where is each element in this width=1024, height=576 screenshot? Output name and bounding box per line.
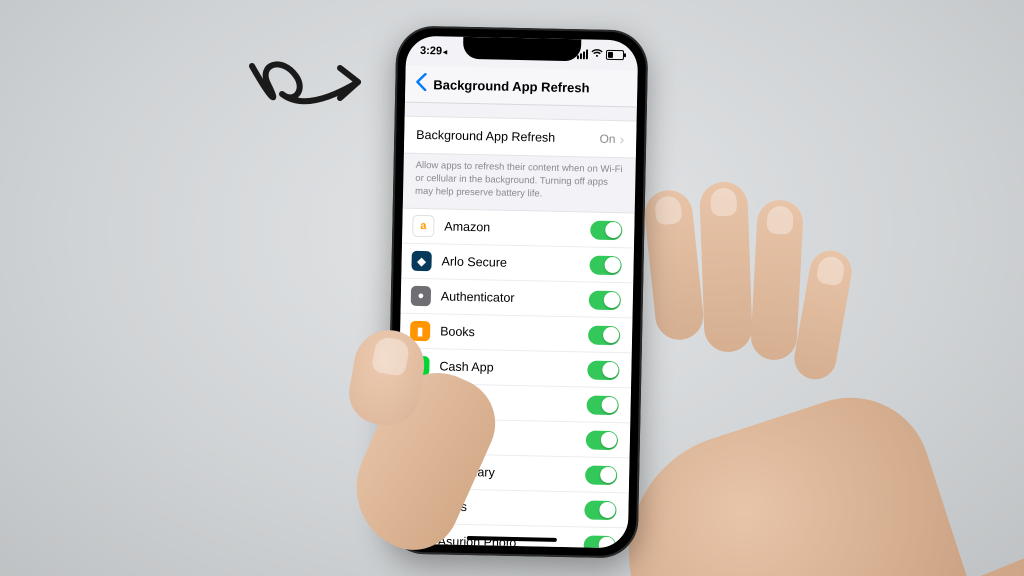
app-icon-books: ▮ [410, 321, 430, 341]
app-icon-arlo: ◆ [411, 251, 431, 271]
app-icon-auth: ● [411, 286, 431, 306]
app-toggle-coinbase[interactable] [586, 430, 618, 450]
app-toggle-arlo[interactable] [589, 255, 621, 275]
app-toggle-books[interactable] [588, 325, 620, 345]
app-row-docs: Docs [396, 489, 629, 529]
wifi-icon [591, 48, 603, 60]
status-time: 3:29◂ [420, 45, 447, 58]
back-button[interactable] [405, 73, 433, 96]
master-refresh-label: Background App Refresh [416, 128, 600, 146]
app-toggle-cash[interactable] [587, 360, 619, 380]
app-icon-amazon: a [412, 215, 434, 237]
callout-arrow-icon [240, 38, 380, 148]
app-icon-dict: D [407, 460, 429, 482]
app-row-arlo: ◆ Arlo Secure [401, 244, 634, 284]
nav-title: Background App Refresh [433, 77, 590, 95]
app-name-label: Authenticator [441, 290, 589, 307]
app-icon-asurion [406, 530, 428, 548]
app-row-dict: D Dictionary [397, 454, 630, 494]
chevron-right-icon: › [619, 131, 624, 147]
settings-content[interactable]: Background App Refresh On › Allow apps t… [396, 102, 637, 549]
battery-icon [606, 50, 624, 60]
app-row-amazon: a Amazon [402, 209, 635, 249]
app-icon-coinbase [408, 425, 430, 447]
app-row-auth: ● Authenticator [401, 279, 634, 319]
app-name-label: Coinbase [440, 430, 586, 447]
app-toggle-asurion[interactable] [584, 535, 616, 548]
app-icon-docs [406, 495, 428, 517]
app-icon-chase [408, 390, 430, 412]
stage: 3:29◂ Background App Refresh Background [0, 0, 1024, 576]
app-name-label: Dictionary [439, 465, 585, 482]
app-name-label: Cash App [439, 360, 587, 377]
nav-bar: Background App Refresh [405, 66, 638, 108]
app-row-books: ▮ Books [400, 314, 633, 354]
phone-screen: 3:29◂ Background App Refresh Background [396, 36, 639, 549]
app-toggle-auth[interactable] [589, 290, 621, 310]
app-row-cash: $ Cash App [399, 349, 632, 389]
app-row-coinbase: Coinbase [398, 419, 631, 459]
app-name-label: Books [440, 325, 588, 342]
phone-frame: 3:29◂ Background App Refresh Background [385, 25, 648, 558]
app-icon-cash: $ [409, 356, 429, 376]
notch [463, 37, 581, 61]
master-refresh-value: On [599, 132, 615, 146]
master-refresh-row[interactable]: Background App Refresh On › [404, 116, 637, 159]
app-toggle-dict[interactable] [585, 465, 617, 485]
section-footer-text: Allow apps to refresh their content when… [403, 154, 636, 213]
app-toggle-amazon[interactable] [590, 220, 622, 240]
app-name-label: Chase [441, 395, 587, 412]
app-name-label: Arlo Secure [441, 255, 589, 272]
app-name-label: Amazon [444, 220, 590, 237]
app-toggle-chase[interactable] [586, 395, 618, 415]
app-row-chase: Chase [398, 384, 631, 424]
app-name-label: Docs [438, 500, 584, 517]
app-list: a Amazon ◆ Arlo Secure ● Authenticator ▮ Books $… [396, 208, 635, 548]
app-toggle-docs[interactable] [584, 500, 616, 520]
